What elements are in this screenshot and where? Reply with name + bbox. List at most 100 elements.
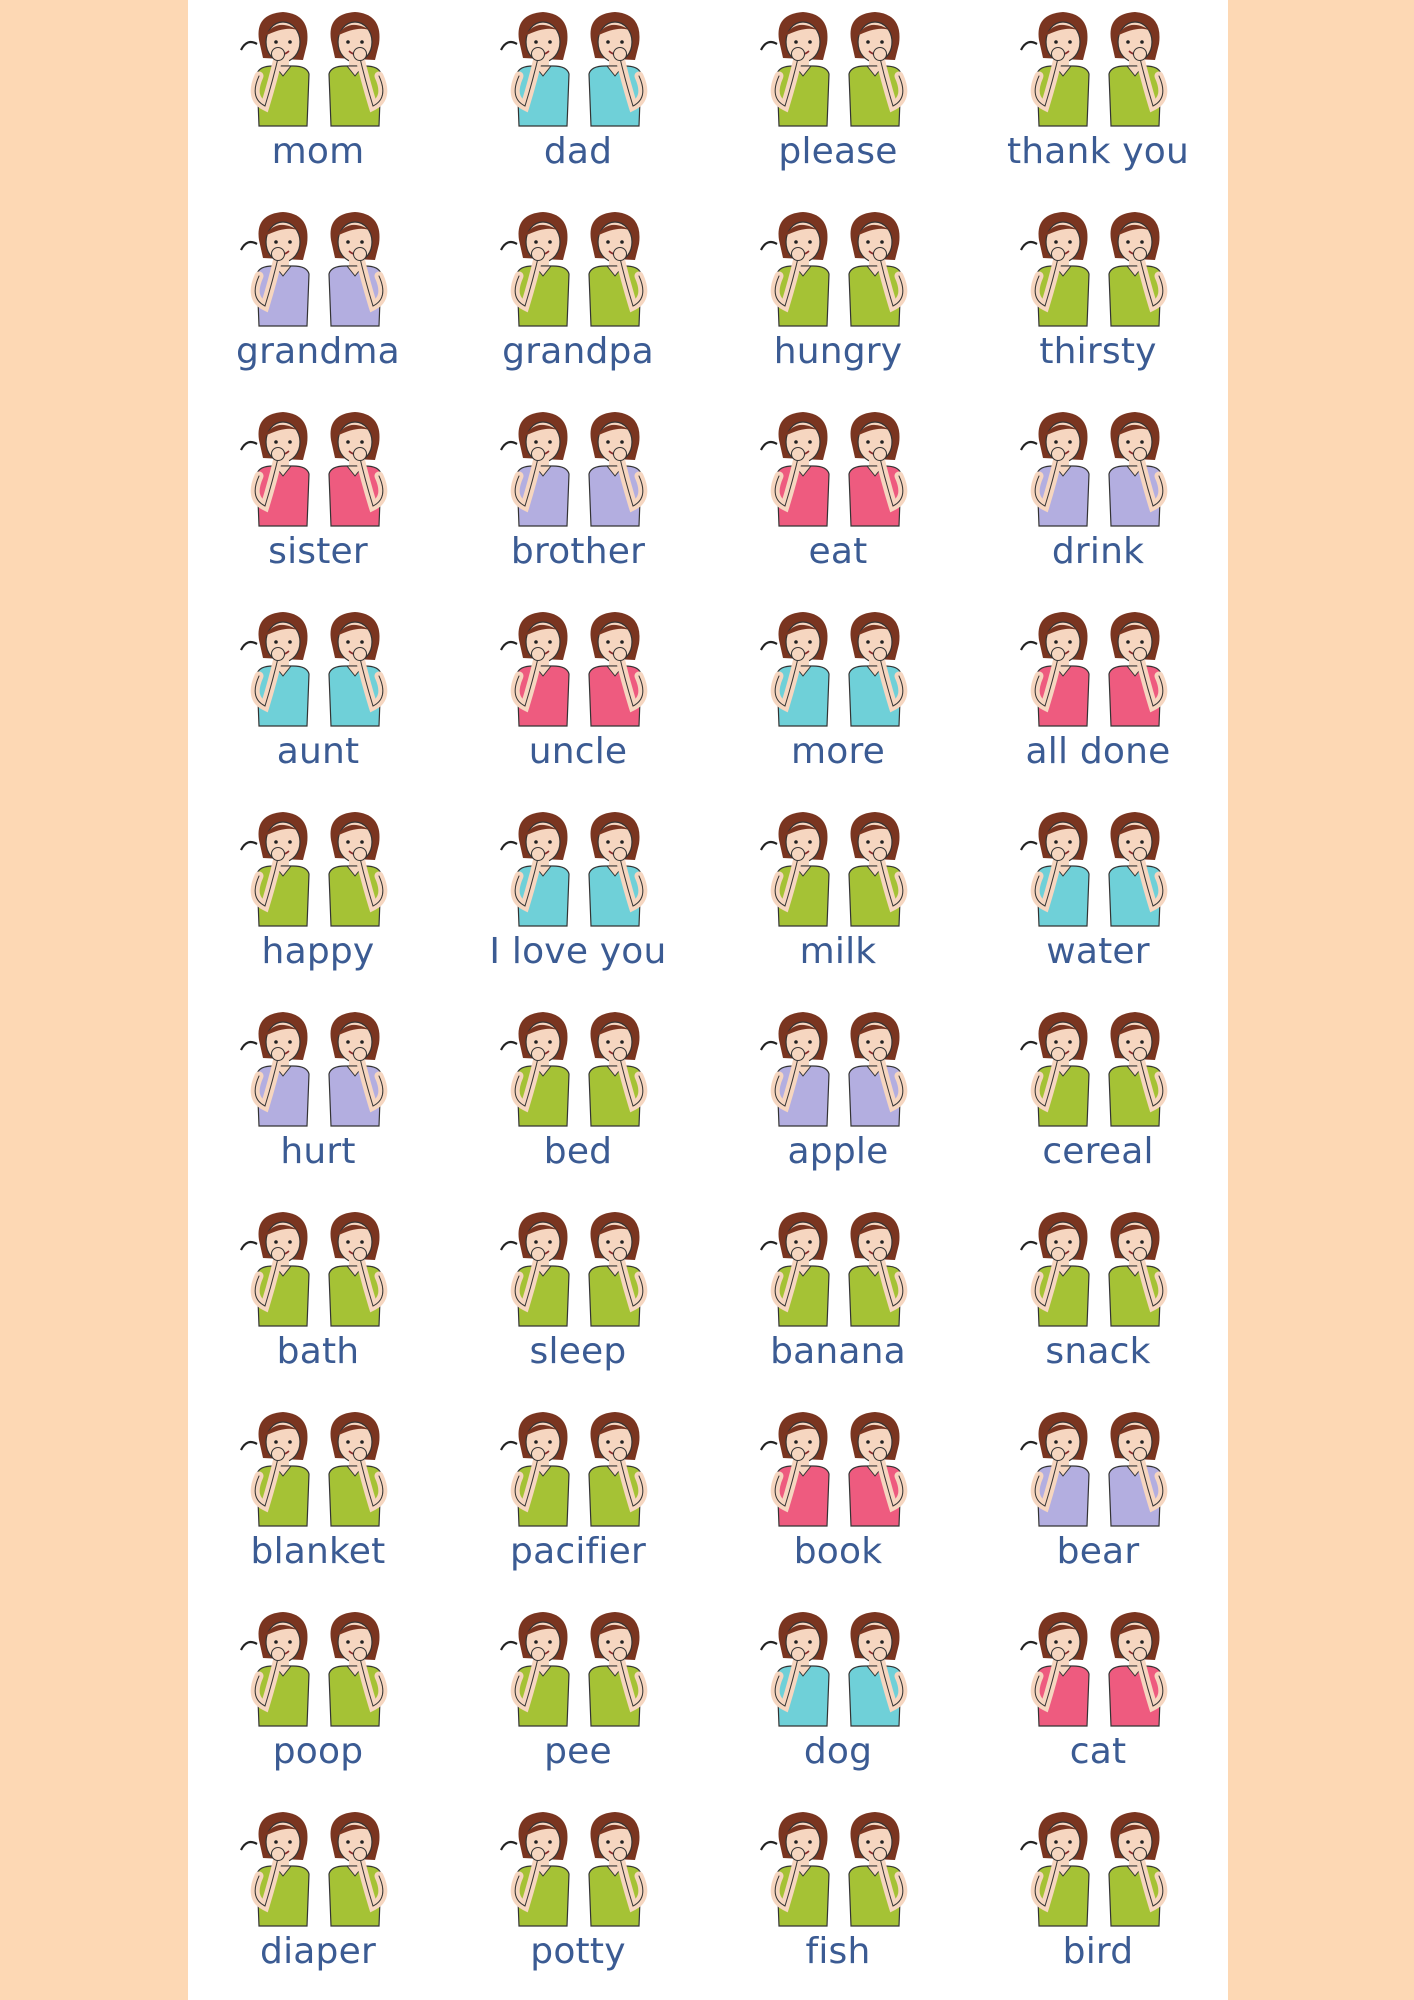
sign-card: brother bbox=[448, 400, 708, 600]
sign-illustration bbox=[760, 1812, 908, 1927]
signer-figure bbox=[588, 12, 648, 127]
sign-label: sister bbox=[268, 531, 368, 572]
motion-arrow-icon bbox=[240, 440, 258, 451]
sign-label: happy bbox=[261, 931, 375, 972]
sign-label: thirsty bbox=[1039, 331, 1157, 372]
sign-card: all done bbox=[968, 600, 1228, 800]
motion-arrow-icon bbox=[240, 1640, 258, 1651]
signer-figure bbox=[588, 1412, 648, 1527]
sign-label: cereal bbox=[1042, 1131, 1154, 1172]
signer-figure bbox=[328, 812, 388, 927]
signer-figure bbox=[328, 412, 388, 527]
signer-figure bbox=[328, 1812, 388, 1927]
motion-arrow-icon bbox=[240, 1840, 258, 1851]
sign-illustration bbox=[760, 812, 908, 927]
sign-illustration bbox=[760, 12, 908, 127]
signer-figure bbox=[848, 1012, 908, 1127]
motion-arrow-icon bbox=[240, 40, 258, 51]
sign-illustration bbox=[500, 1412, 648, 1527]
sign-card: mom bbox=[188, 0, 448, 200]
signer-figure bbox=[250, 212, 310, 327]
sign-card: bath bbox=[188, 1200, 448, 1400]
sign-label: bed bbox=[543, 1131, 613, 1172]
sign-label: fish bbox=[805, 1931, 871, 1972]
sign-illustration bbox=[500, 212, 648, 327]
signer-figure bbox=[770, 1012, 830, 1127]
signer-figure bbox=[510, 1012, 570, 1127]
motion-arrow-icon bbox=[500, 440, 518, 451]
motion-arrow-icon bbox=[760, 1840, 778, 1851]
sign-label: cat bbox=[1069, 1731, 1127, 1772]
sign-illustration bbox=[760, 212, 908, 327]
sign-card: potty bbox=[448, 1800, 708, 2000]
motion-arrow-icon bbox=[500, 1640, 518, 1651]
sign-illustration bbox=[1020, 12, 1168, 127]
sign-label: book bbox=[793, 1531, 883, 1572]
signer-figure bbox=[1108, 1212, 1168, 1327]
signer-figure bbox=[510, 1612, 570, 1727]
signer-figure bbox=[1030, 1812, 1090, 1927]
motion-arrow-icon bbox=[240, 640, 258, 651]
signer-figure bbox=[1108, 412, 1168, 527]
motion-arrow-icon bbox=[240, 240, 258, 251]
signer-figure bbox=[848, 612, 908, 727]
sign-label: mom bbox=[271, 131, 365, 172]
sign-card: grandma bbox=[188, 200, 448, 400]
sign-card: pacifier bbox=[448, 1400, 708, 1600]
signer-figure bbox=[770, 12, 830, 127]
signer-figure bbox=[588, 812, 648, 927]
sign-illustration bbox=[1020, 1612, 1168, 1727]
sign-illustration bbox=[240, 412, 388, 527]
signer-figure bbox=[510, 412, 570, 527]
sign-card: aunt bbox=[188, 600, 448, 800]
motion-arrow-icon bbox=[1020, 640, 1038, 651]
sign-illustration bbox=[240, 612, 388, 727]
signer-figure bbox=[510, 212, 570, 327]
sign-card: eat bbox=[708, 400, 968, 600]
sign-card: sister bbox=[188, 400, 448, 600]
motion-arrow-icon bbox=[500, 840, 518, 851]
motion-arrow-icon bbox=[1020, 40, 1038, 51]
sign-label: milk bbox=[799, 931, 877, 972]
sign-card: banana bbox=[708, 1200, 968, 1400]
sign-illustration bbox=[1020, 812, 1168, 927]
signer-figure bbox=[770, 812, 830, 927]
sign-label: potty bbox=[530, 1931, 626, 1972]
signer-figure bbox=[1108, 1612, 1168, 1727]
sign-card: pee bbox=[448, 1600, 708, 1800]
sign-card: diaper bbox=[188, 1800, 448, 2000]
sign-label: dog bbox=[803, 1731, 873, 1772]
sign-label: drink bbox=[1051, 531, 1145, 572]
sign-card: dad bbox=[448, 0, 708, 200]
motion-arrow-icon bbox=[500, 1040, 518, 1051]
sign-label: snack bbox=[1045, 1331, 1151, 1372]
signer-figure bbox=[1030, 412, 1090, 527]
sign-card: fish bbox=[708, 1800, 968, 2000]
sign-illustration bbox=[240, 1212, 388, 1327]
motion-arrow-icon bbox=[500, 1440, 518, 1451]
sign-label: water bbox=[1046, 931, 1150, 972]
motion-arrow-icon bbox=[760, 1640, 778, 1651]
motion-arrow-icon bbox=[500, 240, 518, 251]
sign-label: eat bbox=[808, 531, 868, 572]
signer-figure bbox=[250, 1612, 310, 1727]
signer-figure bbox=[1108, 1012, 1168, 1127]
signer-figure bbox=[510, 1412, 570, 1527]
sign-illustration bbox=[500, 1612, 648, 1727]
sign-illustration bbox=[760, 1412, 908, 1527]
signer-figure bbox=[848, 1812, 908, 1927]
signer-figure bbox=[328, 1212, 388, 1327]
sign-illustration bbox=[240, 1412, 388, 1527]
sign-illustration bbox=[500, 612, 648, 727]
signer-figure bbox=[510, 612, 570, 727]
motion-arrow-icon bbox=[760, 640, 778, 651]
sign-label: grandma bbox=[236, 331, 400, 372]
signer-figure bbox=[588, 1012, 648, 1127]
signer-figure bbox=[588, 1612, 648, 1727]
signer-figure bbox=[1030, 212, 1090, 327]
sign-illustration bbox=[760, 1612, 908, 1727]
sign-card: please bbox=[708, 0, 968, 200]
signer-figure bbox=[250, 1212, 310, 1327]
sign-illustration bbox=[1020, 1212, 1168, 1327]
sign-card: more bbox=[708, 600, 968, 800]
